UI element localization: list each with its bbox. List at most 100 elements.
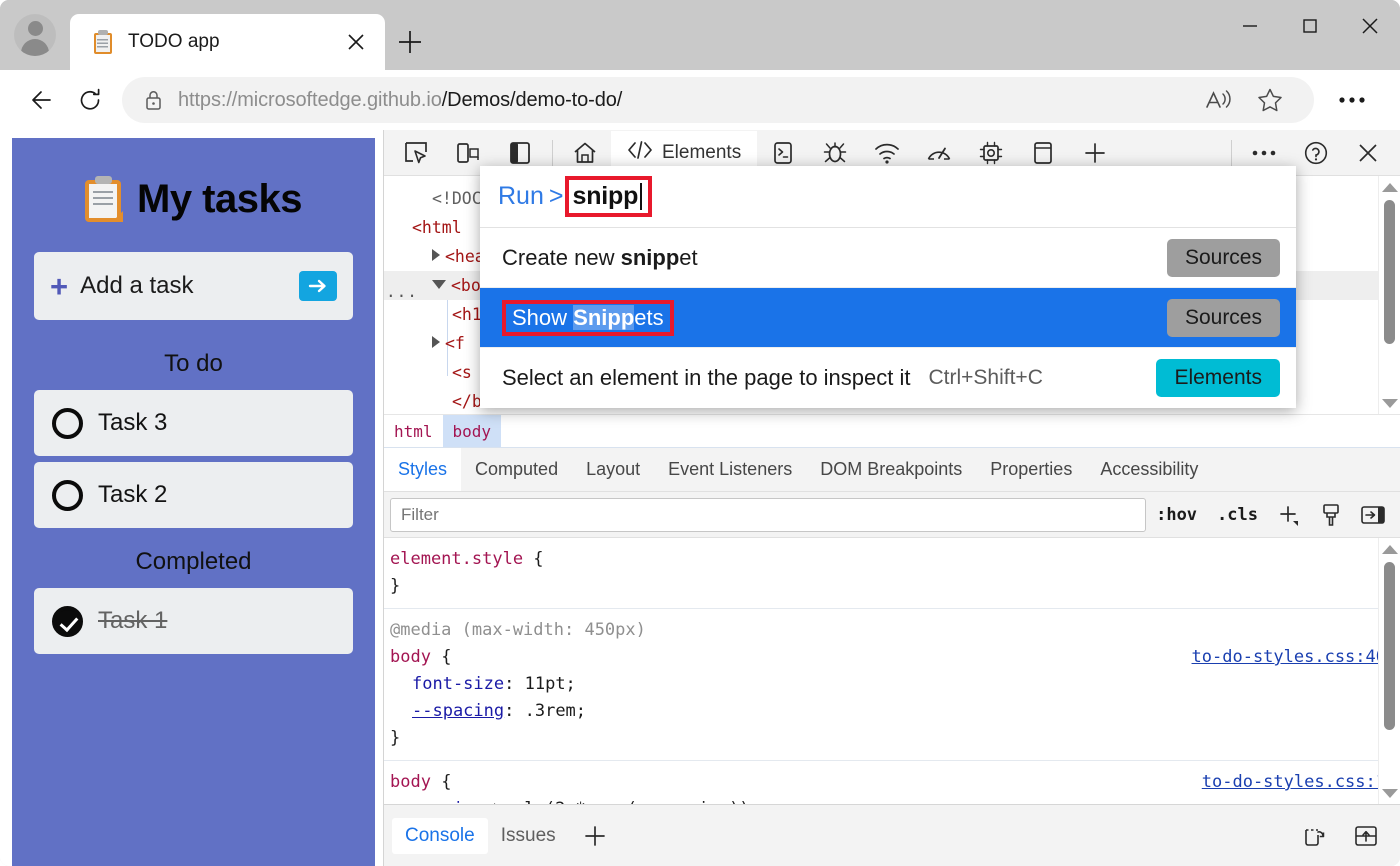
- css-selector[interactable]: element.style: [390, 549, 523, 569]
- css-declaration[interactable]: font-size: 11pt;: [390, 671, 1386, 698]
- chevron-right-icon[interactable]: [432, 336, 440, 348]
- css-property[interactable]: --spacing: [412, 701, 504, 721]
- command-menu-input[interactable]: snipp: [565, 176, 652, 217]
- css-value[interactable]: calc(2 * var(--spacing));: [504, 799, 760, 804]
- command-menu-item-show-snippets[interactable]: Show Snippets Sources: [480, 288, 1296, 348]
- tab-accessibility[interactable]: Accessibility: [1086, 448, 1212, 491]
- add-task-submit-button[interactable]: [299, 271, 337, 301]
- tab-styles[interactable]: Styles: [384, 448, 461, 491]
- task-checkbox[interactable]: [52, 408, 83, 439]
- chevron-right-icon[interactable]: [432, 249, 440, 261]
- back-button[interactable]: [18, 76, 66, 124]
- command-menu-item-badge: Elements: [1156, 359, 1280, 397]
- close-button[interactable]: [1340, 0, 1400, 52]
- styles-filter-input[interactable]: [390, 498, 1146, 532]
- tab-layout[interactable]: Layout: [572, 448, 654, 491]
- css-value[interactable]: 11pt;: [525, 674, 576, 694]
- console-settings-icon[interactable]: [1288, 814, 1340, 858]
- omnibox-actions: [1192, 77, 1296, 123]
- tab-computed[interactable]: Computed: [461, 448, 572, 491]
- help-icon[interactable]: [1290, 131, 1342, 175]
- read-aloud-icon[interactable]: [1192, 77, 1244, 123]
- cls-toggle-button[interactable]: .cls: [1207, 505, 1268, 525]
- css-value[interactable]: .3rem;: [525, 701, 586, 721]
- label-before: Show: [512, 305, 573, 330]
- styles-scrollbar[interactable]: [1378, 538, 1400, 804]
- expand-arrow-icon[interactable]: [494, 803, 501, 804]
- scroll-down-button[interactable]: [1379, 782, 1400, 804]
- task-checkbox-checked[interactable]: [52, 606, 83, 637]
- task-label: Task 2: [98, 481, 167, 509]
- url-path: /Demos/demo-to-do/: [442, 89, 623, 111]
- css-property[interactable]: font-size: [412, 674, 504, 694]
- browser-more-icon[interactable]: [1322, 76, 1382, 124]
- task-item[interactable]: Task 3: [34, 390, 353, 456]
- tab-title: TODO app: [128, 31, 339, 53]
- styles-rules-pane[interactable]: element.style { } @media (max-width: 450…: [384, 538, 1400, 804]
- tab-close-icon[interactable]: [339, 25, 373, 59]
- task-item[interactable]: Task 2: [34, 462, 353, 528]
- reload-button[interactable]: [66, 76, 114, 124]
- css-declaration[interactable]: margin: calc(2 * var(--spacing));: [390, 796, 1386, 804]
- lock-icon: [140, 89, 166, 111]
- toolbar-divider: [1231, 140, 1232, 166]
- star-icon[interactable]: [1244, 77, 1296, 123]
- plus-icon: +: [50, 271, 68, 302]
- toolbar-divider: [552, 140, 553, 166]
- css-rule[interactable]: @media (max-width: 450px) body { to-do-s…: [384, 609, 1400, 761]
- browser-tab[interactable]: TODO app: [70, 14, 385, 70]
- css-rule[interactable]: element.style { }: [384, 538, 1400, 609]
- tab-properties[interactable]: Properties: [976, 448, 1086, 491]
- label-before: Create new: [502, 245, 621, 270]
- dom-breadcrumb: html body: [384, 414, 1400, 448]
- label-match: snipp: [621, 245, 680, 270]
- new-tab-button[interactable]: [385, 14, 435, 70]
- breadcrumb-item-html[interactable]: html: [384, 415, 443, 447]
- hov-toggle-button[interactable]: :hov: [1146, 505, 1207, 525]
- dom-node-text: <f: [445, 334, 465, 353]
- inspect-element-icon[interactable]: [390, 131, 442, 175]
- task-item[interactable]: Task 1: [34, 588, 353, 654]
- devtools-close-icon[interactable]: [1342, 131, 1394, 175]
- maximize-button[interactable]: [1280, 0, 1340, 52]
- css-source-link[interactable]: to-do-styles.css:40: [1192, 644, 1386, 671]
- command-menu-item-select-element[interactable]: Select an element in the page to inspect…: [480, 348, 1296, 408]
- minimize-button[interactable]: [1220, 0, 1280, 52]
- dom-tree-scrollbar[interactable]: [1378, 176, 1400, 414]
- command-menu-item-label: Create new snippet: [502, 245, 698, 271]
- scrollbar-thumb[interactable]: [1384, 562, 1395, 730]
- tab-dom-breakpoints[interactable]: DOM Breakpoints: [806, 448, 976, 491]
- dock-drawer-icon[interactable]: [1340, 814, 1392, 858]
- add-task-input[interactable]: + Add a task: [34, 252, 353, 320]
- drawer-tab-console[interactable]: Console: [392, 818, 488, 854]
- drawer-tab-issues[interactable]: Issues: [488, 818, 569, 854]
- scrollbar-thumb[interactable]: [1384, 200, 1395, 344]
- css-selector[interactable]: body: [390, 647, 431, 667]
- command-menu-item-create-snippet[interactable]: Create new snippet Sources: [480, 228, 1296, 288]
- command-menu-item-label: Select an element in the page to inspect…: [502, 365, 910, 391]
- scroll-up-button[interactable]: [1379, 538, 1400, 560]
- scroll-down-button[interactable]: [1379, 392, 1400, 414]
- breadcrumb-item-body[interactable]: body: [443, 415, 502, 447]
- add-drawer-tab-icon[interactable]: [569, 814, 621, 858]
- css-property[interactable]: margin: [412, 799, 473, 804]
- scroll-up-button[interactable]: [1379, 176, 1400, 198]
- css-rule[interactable]: body { to-do-styles.css:1 margin: calc(2…: [384, 761, 1400, 804]
- label-after: ets: [634, 305, 663, 330]
- dom-node-text: <hea: [445, 247, 485, 266]
- address-input[interactable]: https://microsoftedge.github.io/Demos/de…: [122, 77, 1314, 123]
- address-text: https://microsoftedge.github.io/Demos/de…: [178, 89, 622, 112]
- css-selector[interactable]: body: [390, 772, 431, 792]
- chevron-down-icon[interactable]: [432, 280, 446, 289]
- css-source-link[interactable]: to-do-styles.css:1: [1202, 769, 1386, 796]
- tab-event-listeners[interactable]: Event Listeners: [654, 448, 806, 491]
- css-declaration[interactable]: --spacing: .3rem;: [390, 698, 1386, 725]
- todo-app: My tasks + Add a task To do: [12, 138, 375, 866]
- paintbrush-icon[interactable]: [1310, 497, 1352, 533]
- command-menu[interactable]: Run > snipp Create new snippet Sources S…: [480, 166, 1296, 408]
- plus-rule-icon[interactable]: [1268, 497, 1310, 533]
- profile-avatar[interactable]: [0, 0, 70, 70]
- task-checkbox[interactable]: [52, 480, 83, 511]
- styles-filter-row: :hov .cls: [384, 492, 1400, 538]
- open-sidebar-icon[interactable]: [1352, 497, 1394, 533]
